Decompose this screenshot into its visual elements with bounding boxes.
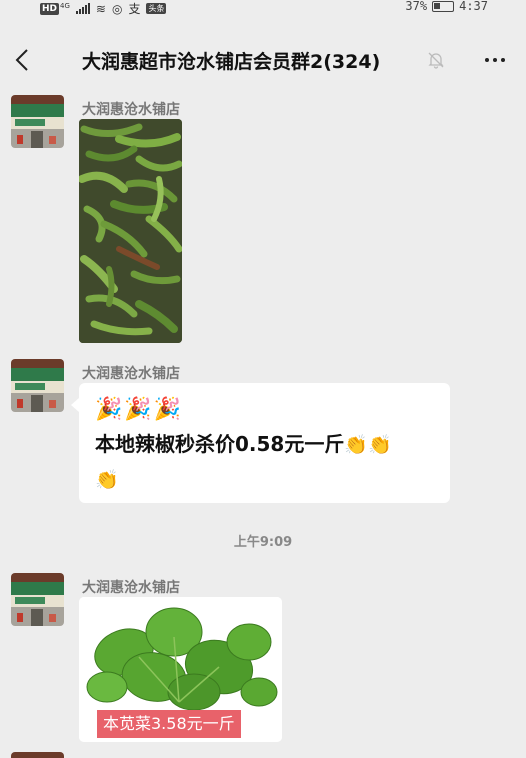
chevron-left-icon: [15, 49, 28, 71]
party-popper-emojis: 🎉🎉🎉: [95, 397, 184, 422]
avatar[interactable]: [11, 359, 64, 412]
price-tag: 本苋菜3.58元一斤: [97, 710, 241, 738]
battery-icon: [432, 0, 455, 12]
amaranth-image[interactable]: 本苋菜3.58元一斤: [79, 597, 282, 742]
status-right: 37% 4:37: [405, 0, 488, 13]
message-text: 本地辣椒秒杀价0.58元一斤👏👏 👏: [95, 427, 434, 497]
sender-name: 大润惠沧水铺店: [82, 366, 180, 382]
more-options-button[interactable]: [480, 48, 510, 72]
clapping-hands-icon: 👏: [95, 469, 119, 491]
sender-name: 大润惠沧水铺店: [82, 102, 180, 118]
app-badge: 头条: [146, 3, 167, 14]
battery-percent: 37%: [405, 0, 428, 13]
status-bar: HD 4G ≋ ◎ 支 头条 37% 4:37: [0, 0, 526, 16]
mute-bell-icon: [428, 52, 444, 69]
promo-text: 本地辣椒秒杀价0.58元一斤: [95, 432, 345, 456]
hd-badge: HD: [40, 2, 60, 15]
green-pepper-image[interactable]: [79, 119, 182, 343]
signal-icon: [75, 3, 90, 14]
alipay-icon: 支: [128, 2, 141, 16]
clock: 4:37: [459, 0, 488, 13]
sender-name: 大润惠沧水铺店: [82, 580, 180, 596]
time-separator: 上午9:09: [233, 535, 293, 550]
wifi-icon: ≋: [95, 1, 106, 16]
text-message-bubble[interactable]: 🎉🎉🎉 本地辣椒秒杀价0.58元一斤👏👏 👏: [71, 383, 450, 503]
clapping-hands-icon: 👏: [368, 434, 392, 456]
chat-header: 大润惠超市沧水铺店会员群2(324): [0, 30, 526, 90]
avatar[interactable]: [11, 573, 64, 626]
chat-title: 大润惠超市沧水铺店会员群2(324): [82, 51, 381, 73]
status-left: HD 4G ≋ ◎ 支 头条: [40, 0, 167, 17]
back-button[interactable]: [8, 46, 36, 74]
notification-icon: ◎: [111, 1, 123, 16]
avatar[interactable]: [11, 95, 64, 148]
clapping-hands-icon: 👏: [344, 434, 369, 456]
network-type: 4G: [60, 1, 70, 10]
avatar: [11, 752, 64, 758]
